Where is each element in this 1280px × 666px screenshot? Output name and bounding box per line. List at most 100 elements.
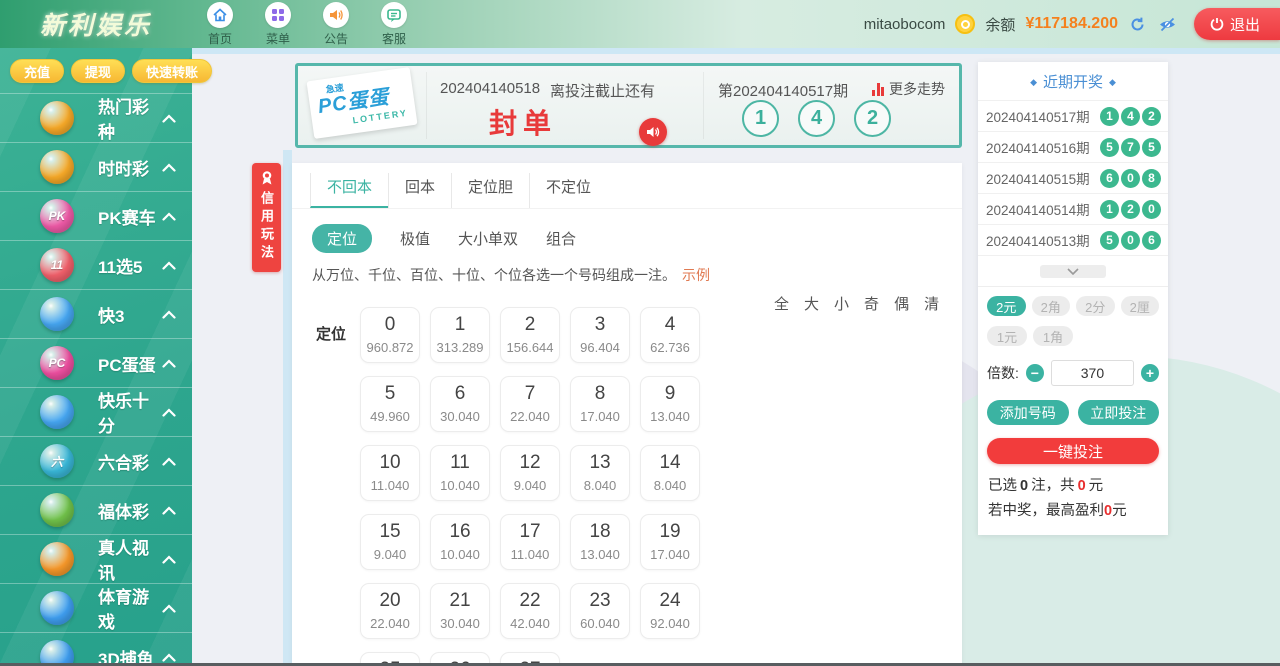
number-cell[interactable]: 17 11.040 <box>500 514 560 570</box>
sidebar-item[interactable]: 3D捕鱼 <box>0 632 192 666</box>
number-cell[interactable]: 8 17.040 <box>570 376 630 432</box>
play-mode-tab[interactable]: 定位胆 <box>451 173 529 208</box>
top-nav-item[interactable]: 公告 <box>316 2 356 47</box>
betting-status: 封单 <box>458 102 588 142</box>
sidebar-action-button[interactable]: 提现 <box>71 59 125 83</box>
speaker-icon[interactable] <box>639 118 667 146</box>
current-period: 202404140518 <box>440 80 540 97</box>
eye-off-icon[interactable] <box>1158 14 1178 34</box>
number-cell[interactable]: 14 8.040 <box>640 445 700 501</box>
sidebar-item[interactable]: 快乐十分 <box>0 387 192 436</box>
cell-odds: 9.040 <box>374 547 407 562</box>
total-amount: 0 <box>1078 478 1086 494</box>
cell-number: 2 <box>525 315 536 336</box>
plus-button[interactable]: + <box>1141 364 1159 382</box>
bet-summary: 已选0注，共0元 若中奖，最高盈利0元 <box>978 464 1168 525</box>
topbar-right: mitaobocom 余额 ¥117184.200 退出 <box>864 8 1280 40</box>
number-cell[interactable]: 13 8.040 <box>570 445 630 501</box>
play-type-subtab[interactable]: 极值 <box>400 228 430 249</box>
sidebar-item[interactable]: PK PK赛车 <box>0 191 192 240</box>
number-cell[interactable]: 19 17.040 <box>640 514 700 570</box>
recent-draw-row: 202404140515期 6 0 8 <box>978 163 1168 194</box>
number-cell[interactable]: 20 22.040 <box>360 583 420 639</box>
sidebar-item[interactable]: PC PC蛋蛋 <box>0 338 192 387</box>
sidebar-item-label: 时时彩 <box>98 155 162 180</box>
number-cell[interactable]: 23 60.040 <box>570 583 630 639</box>
minus-button[interactable]: − <box>1026 364 1044 382</box>
amount-option[interactable]: 1元 <box>987 326 1027 346</box>
sidebar-action-button[interactable]: 快速转账 <box>132 59 212 83</box>
multiplier-input[interactable] <box>1051 360 1134 386</box>
number-cell[interactable]: 12 9.040 <box>500 445 560 501</box>
expand-draws-button[interactable] <box>1040 265 1106 278</box>
number-cell[interactable]: 16 10.040 <box>430 514 490 570</box>
quick-select-option[interactable]: 大 <box>804 293 819 314</box>
number-cell[interactable]: 9 13.040 <box>640 376 700 432</box>
quick-select-option[interactable]: 偶 <box>894 293 909 314</box>
number-cell[interactable]: 7 22.040 <box>500 376 560 432</box>
number-cell[interactable]: 21 30.040 <box>430 583 490 639</box>
number-cell[interactable]: 22 42.040 <box>500 583 560 639</box>
top-nav-item[interactable]: 菜单 <box>258 2 298 47</box>
sidebar-action-button[interactable]: 充值 <box>10 59 64 83</box>
draw-balls: 6 0 8 <box>1100 169 1161 188</box>
one-click-bet-button[interactable]: 一键投注 <box>987 438 1159 464</box>
play-mode-tab[interactable]: 回本 <box>388 173 451 208</box>
more-trends-link[interactable]: 更多走势 <box>872 79 945 99</box>
credit-play-ribbon[interactable]: 信用玩法 <box>252 163 281 272</box>
cell-number: 19 <box>659 522 680 543</box>
site-logo[interactable]: 新利娱乐 <box>0 6 192 42</box>
nav-icon <box>265 2 291 28</box>
number-cell[interactable]: 6 30.040 <box>430 376 490 432</box>
quick-select-option[interactable]: 全 <box>774 293 789 314</box>
example-link[interactable]: 示例 <box>682 267 710 283</box>
sidebar-item-label: 体育游戏 <box>98 583 162 633</box>
chevron-up-icon <box>162 457 176 466</box>
cell-odds: 960.872 <box>367 340 414 355</box>
add-number-button[interactable]: 添加号码 <box>987 400 1069 425</box>
number-cell[interactable]: 3 96.404 <box>570 307 630 363</box>
number-cell[interactable]: 24 92.040 <box>640 583 700 639</box>
play-type-subtab[interactable]: 大小单双 <box>458 228 518 249</box>
number-cell[interactable]: 10 11.040 <box>360 445 420 501</box>
number-cell[interactable]: 5 49.960 <box>360 376 420 432</box>
sidebar-item[interactable]: 真人视讯 <box>0 534 192 583</box>
amount-option[interactable]: 2厘 <box>1121 296 1160 316</box>
draw-number-ball: 4 <box>798 100 835 137</box>
amount-options-row1: 2元 2角2分 2厘 <box>978 296 1168 316</box>
draw-ball: 5 <box>1142 138 1161 157</box>
bet-now-button[interactable]: 立即投注 <box>1078 400 1160 425</box>
number-cell[interactable]: 4 62.736 <box>640 307 700 363</box>
number-cell[interactable]: 2 156.644 <box>500 307 560 363</box>
lottery-ball-icon: 六 <box>40 444 74 478</box>
play-mode-tab[interactable]: 不定位 <box>529 173 607 208</box>
logout-button[interactable]: 退出 <box>1194 8 1280 40</box>
play-mode-tab[interactable]: 不回本 <box>310 173 388 208</box>
sidebar-item[interactable]: 热门彩种 <box>0 93 192 142</box>
sidebar-item[interactable]: 11 11选5 <box>0 240 192 289</box>
top-nav-item[interactable]: 首页 <box>200 2 240 47</box>
quick-select-option[interactable]: 奇 <box>864 293 879 314</box>
number-cell[interactable]: 0 960.872 <box>360 307 420 363</box>
number-cell[interactable]: 11 10.040 <box>430 445 490 501</box>
number-cell[interactable]: 15 9.040 <box>360 514 420 570</box>
sidebar-item[interactable]: 时时彩 <box>0 142 192 191</box>
quick-select-option[interactable]: 小 <box>834 293 849 314</box>
amount-option[interactable]: 2元 <box>987 296 1026 316</box>
number-cell[interactable]: 1 313.289 <box>430 307 490 363</box>
play-type-subtab[interactable]: 定位 <box>312 224 372 253</box>
sidebar-item[interactable]: 福体彩 <box>0 485 192 534</box>
amount-option[interactable]: 2分 <box>1076 296 1115 316</box>
sidebar-item[interactable]: 体育游戏 <box>0 583 192 632</box>
cell-odds: 13.040 <box>580 547 620 562</box>
sidebar-item[interactable]: 快3 <box>0 289 192 338</box>
quick-select-option[interactable]: 清 <box>924 293 939 314</box>
top-nav-item[interactable]: 客服 <box>374 2 414 47</box>
play-type-subtab[interactable]: 组合 <box>546 228 576 249</box>
sidebar-item[interactable]: 六 六合彩 <box>0 436 192 485</box>
number-cell[interactable]: 18 13.040 <box>570 514 630 570</box>
refresh-icon[interactable] <box>1128 14 1148 34</box>
amount-option[interactable]: 1角 <box>1033 326 1073 346</box>
amount-option[interactable]: 2角 <box>1032 296 1071 316</box>
lottery-ball-icon <box>40 297 74 331</box>
